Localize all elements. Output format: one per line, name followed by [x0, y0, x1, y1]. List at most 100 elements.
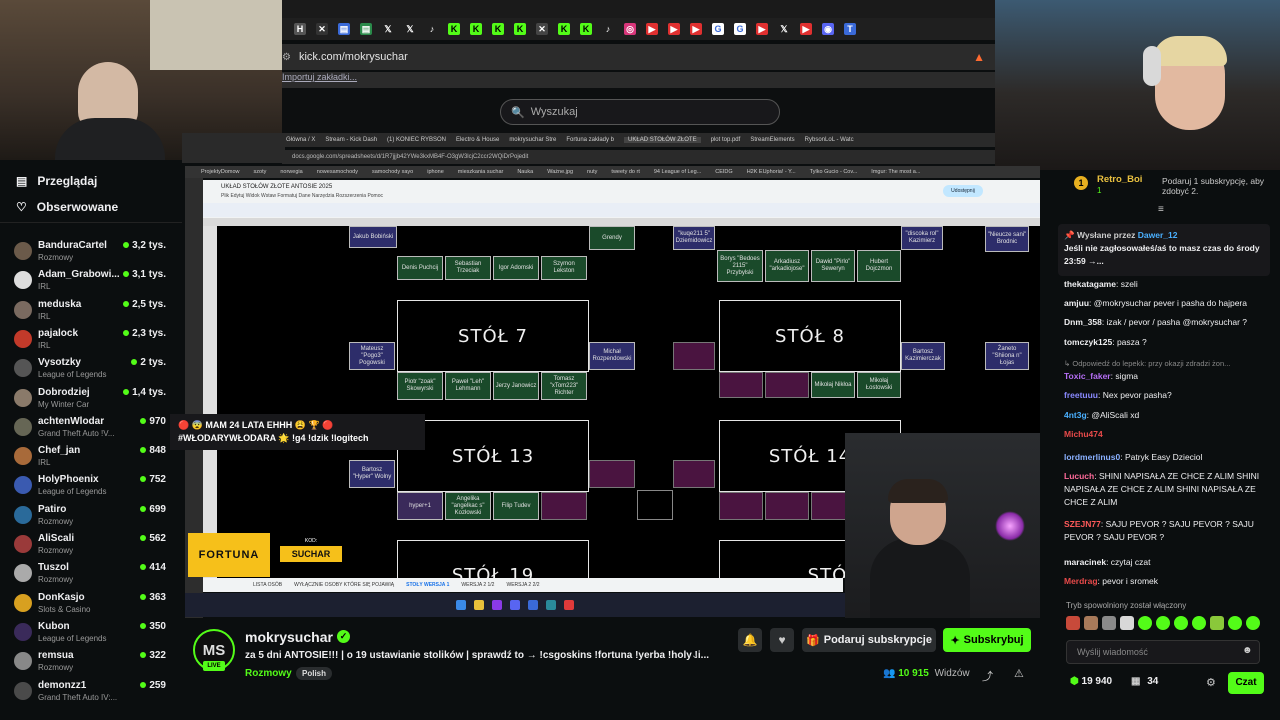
- facebook-icon[interactable]: [528, 600, 538, 610]
- youtube-icon[interactable]: ▶: [668, 23, 680, 35]
- seat-cell[interactable]: Borys "Bedoes 2115" Przybylski: [717, 250, 763, 282]
- sidebar-channel[interactable]: achtenWlodar Grand Theft Auto !V... 970: [14, 416, 166, 444]
- kick-icon[interactable]: K: [470, 23, 482, 35]
- table-8[interactable]: STÓŁ 8: [719, 300, 901, 372]
- inner-bookmark[interactable]: H2K EUphoria! - Y...: [747, 169, 796, 175]
- tiktok-icon[interactable]: ♪: [426, 23, 438, 35]
- empty-seat-cell[interactable]: [589, 460, 635, 488]
- app-icon[interactable]: [546, 600, 556, 610]
- emote-icon[interactable]: [1210, 616, 1224, 630]
- google-icon[interactable]: G: [734, 23, 746, 35]
- sidebar-channel[interactable]: Adam_Grabowi... IRL 3,1 tys.: [14, 269, 166, 297]
- emote-icon[interactable]: [1228, 616, 1242, 630]
- seat-cell[interactable]: Bartosz "Hyper" Wolny: [349, 460, 395, 488]
- seat-cell[interactable]: Angelika "angelkac s" Kozłowski: [445, 492, 491, 520]
- chat-username[interactable]: Michu474: [1064, 429, 1103, 439]
- emote-icon[interactable]: [1156, 616, 1170, 630]
- emote-icon[interactable]: [1138, 616, 1152, 630]
- kick-icon[interactable]: K: [580, 23, 592, 35]
- table-7[interactable]: STÓŁ 7: [397, 300, 589, 372]
- inner-bookmark[interactable]: iphone: [427, 169, 444, 175]
- seat-cell[interactable]: Denis Puchcij: [397, 256, 443, 280]
- emoji-icon[interactable]: ☻: [1242, 645, 1253, 656]
- sidebar-channel[interactable]: meduska IRL 2,5 tys.: [14, 299, 166, 327]
- sidebar-channel[interactable]: BanduraCartel Rozmowy 3,2 tys.: [14, 240, 166, 268]
- google-icon[interactable]: G: [712, 23, 724, 35]
- chat-username[interactable]: freetuuu: [1064, 390, 1098, 400]
- inner-bookmark[interactable]: Ważne.jpg: [547, 169, 573, 175]
- chat-username[interactable]: Merdrag: [1064, 576, 1098, 586]
- sidebar-channel[interactable]: Vysotzky League of Legends 2 tys.: [14, 357, 166, 385]
- app-icon[interactable]: [564, 600, 574, 610]
- table-13[interactable]: STÓŁ 13: [397, 420, 589, 492]
- emote-icon[interactable]: [1102, 616, 1116, 630]
- follow-heart-icon[interactable]: ♥: [770, 628, 794, 652]
- inner-tab[interactable]: Główna / X: [286, 137, 315, 143]
- inner-tab[interactable]: StreamElements: [750, 137, 794, 143]
- sidebar-channel[interactable]: Tuszol Rozmowy 414: [14, 562, 166, 590]
- inner-bookmark[interactable]: Tylko Gucio - Cov...: [810, 169, 858, 175]
- url-text[interactable]: kick.com/mokrysuchar: [299, 51, 408, 63]
- search-input[interactable]: 🔍 Wyszukaj: [500, 99, 780, 125]
- close-icon[interactable]: ✕: [536, 23, 548, 35]
- category-link[interactable]: Rozmowy: [245, 668, 292, 679]
- seat-cell[interactable]: Arkadiusz "arkadiojose": [765, 250, 809, 282]
- youtube-icon[interactable]: ▶: [646, 23, 658, 35]
- kick-icon[interactable]: K: [514, 23, 526, 35]
- seat-cell[interactable]: Jerzy Janowicz: [493, 372, 539, 400]
- sidebar-channel[interactable]: Chef_jan IRL 848: [14, 445, 166, 473]
- seat-cell[interactable]: Sebastian Trzeciak: [445, 256, 491, 280]
- sidebar-channel[interactable]: remsua Rozmowy 322: [14, 650, 166, 678]
- sheet-tab[interactable]: WERSJA 2 2/2: [506, 582, 539, 588]
- inner-bookmark[interactable]: tweety do rt: [611, 169, 639, 175]
- report-icon[interactable]: ⚠: [1014, 667, 1024, 680]
- seat-cell[interactable]: Mateusz "Pogo3" Pogowski: [349, 342, 395, 370]
- chevron-down-icon[interactable]: ⌄: [691, 650, 699, 661]
- chat-username[interactable]: tomczyk125: [1064, 337, 1112, 347]
- app-icon[interactable]: [492, 600, 502, 610]
- empty-seat-cell[interactable]: [719, 372, 763, 398]
- chat-input[interactable]: Wyślij wiadomość: [1066, 640, 1260, 664]
- tab-icon[interactable]: ✕: [316, 23, 328, 35]
- sidebar-channel[interactable]: pajalock IRL 2,3 tys.: [14, 328, 166, 356]
- table-19[interactable]: STÓŁ 19: [397, 540, 589, 578]
- seat-cell[interactable]: hyper+1: [397, 492, 443, 520]
- sidebar-channel[interactable]: demonzz1 Grand Theft Auto IV:... 259: [14, 680, 166, 708]
- inner-bookmark[interactable]: CEIDG: [715, 169, 732, 175]
- sidebar-channel[interactable]: HolyPhoenix League of Legends 752: [14, 474, 166, 502]
- nav-browse[interactable]: ▤ Przeglądaj: [16, 174, 97, 188]
- gear-icon[interactable]: ⚙: [1206, 676, 1216, 689]
- emote-icon[interactable]: [1120, 616, 1134, 630]
- seat-cell[interactable]: "kuqe211 5" Dziemidowicz: [673, 226, 715, 250]
- channel-points[interactable]: ⬢ 19 940: [1070, 676, 1112, 687]
- inner-tab[interactable]: UKŁAD STOŁÓW ZŁOTE: [624, 137, 701, 143]
- inner-url[interactable]: docs.google.com/spreadsheets/d/1R7jjjb42…: [282, 150, 995, 164]
- sheet-title[interactable]: UKŁAD STOŁÓW ZŁOTE ANTOSIE 2025: [221, 184, 332, 190]
- seat-cell[interactable]: Szymon Lekston: [541, 256, 587, 280]
- inner-bookmark[interactable]: mieszkania suchar: [458, 169, 504, 175]
- sidebar-channel[interactable]: DonKasjo Slots & Casino 363: [14, 592, 166, 620]
- tab-icon[interactable]: T: [844, 23, 856, 35]
- vault-count[interactable]: ▦ 34: [1131, 676, 1158, 687]
- youtube-icon[interactable]: ▶: [800, 23, 812, 35]
- emote-icon[interactable]: [1174, 616, 1188, 630]
- inner-bookmark[interactable]: ProjektyDomow: [201, 169, 240, 175]
- sheet-tab-active[interactable]: STOŁY WERSJA 1: [406, 582, 449, 588]
- sheet-tab[interactable]: WERSJA 2 1/2: [461, 582, 494, 588]
- tab-icon[interactable]: ▤: [360, 23, 372, 35]
- start-icon[interactable]: [456, 600, 466, 610]
- gift-subs-button[interactable]: 🎁 Podaruj subskrypcje: [802, 628, 936, 652]
- inner-tab[interactable]: plot top.pdf: [711, 137, 741, 143]
- youtube-icon[interactable]: ▶: [756, 23, 768, 35]
- inner-tab[interactable]: (1) KONIEC RYBSON: [387, 137, 446, 143]
- seat-cell[interactable]: Grendy: [589, 226, 635, 250]
- inner-tab[interactable]: RybsonLoL - Watc: [805, 137, 854, 143]
- inner-bookmark[interactable]: Nauka: [517, 169, 533, 175]
- seat-cell[interactable]: Żaneto "Shiiona n" Łojas: [985, 342, 1029, 370]
- tab-icon[interactable]: H: [294, 23, 306, 35]
- language-tag[interactable]: Polish: [296, 667, 333, 680]
- address-bar[interactable]: ⚙ kick.com/mokrysuchar ▲: [282, 44, 995, 70]
- tune-icon[interactable]: ⚙: [282, 52, 291, 63]
- inner-tab[interactable]: Electro & House: [456, 137, 499, 143]
- inner-tab[interactable]: mokrysuchar Stre: [509, 137, 556, 143]
